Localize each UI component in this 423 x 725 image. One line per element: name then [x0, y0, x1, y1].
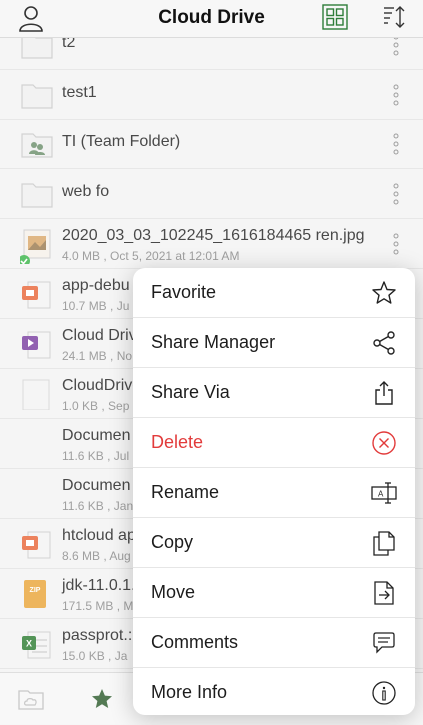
menu-item-label: Rename	[151, 482, 220, 502]
menu-item-copy[interactable]: Copy	[133, 518, 415, 568]
menu-item-label: Share Manager	[151, 332, 276, 352]
move-icon	[371, 580, 397, 606]
rename-icon: A	[371, 480, 397, 506]
menu-item-share-via[interactable]: Share Via	[133, 368, 415, 418]
share-upload-icon	[371, 380, 397, 406]
menu-item-share-manager[interactable]: Share Manager	[133, 318, 415, 368]
menu-item-label: Comments	[151, 632, 239, 652]
delete-circle-x-icon	[371, 430, 397, 456]
menu-item-label: Delete	[151, 432, 204, 452]
grid-view-icon[interactable]	[322, 4, 348, 35]
comment-icon	[371, 630, 397, 656]
menu-item-label: More Info	[151, 682, 228, 702]
app-header: Cloud Drive	[0, 0, 423, 38]
sort-icon[interactable]	[382, 4, 406, 35]
menu-item-favorite[interactable]: Favorite	[133, 268, 415, 318]
menu-item-move[interactable]: Move	[133, 568, 415, 618]
context-menu: Favorite Share Manager Share Via Delete …	[133, 268, 415, 715]
menu-item-delete[interactable]: Delete	[133, 418, 415, 468]
menu-item-label: Share Via	[151, 382, 230, 402]
menu-item-label: Favorite	[151, 282, 217, 302]
menu-item-label: Move	[151, 582, 196, 602]
info-icon	[371, 680, 397, 706]
share-nodes-icon	[371, 330, 397, 356]
menu-item-rename[interactable]: Rename A	[133, 468, 415, 518]
menu-item-more-info[interactable]: More Info	[133, 668, 415, 715]
menu-item-comments[interactable]: Comments	[133, 618, 415, 668]
star-icon	[371, 280, 397, 306]
page-title: Cloud Drive	[158, 7, 265, 28]
svg-text:A: A	[378, 490, 384, 499]
menu-item-label: Copy	[151, 532, 194, 552]
copy-icon	[371, 530, 397, 556]
